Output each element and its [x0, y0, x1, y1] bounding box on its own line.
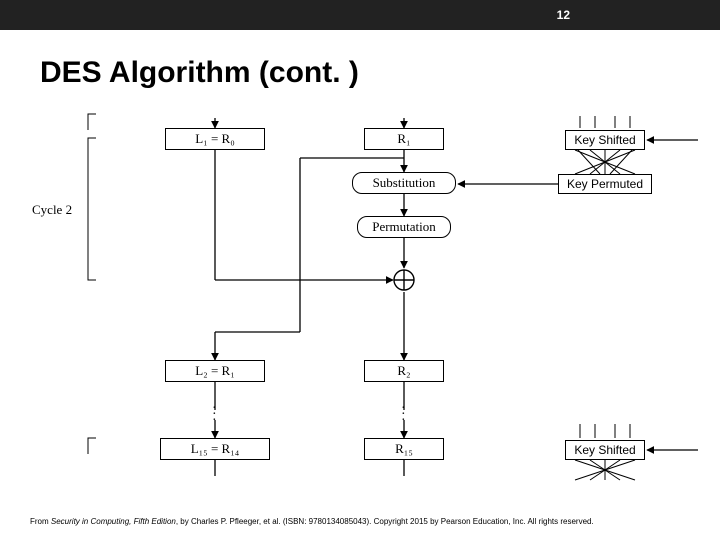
xor-icon — [393, 269, 415, 291]
footer-rest: , by Charles P. Pfleeger, et al. (ISBN: … — [176, 517, 594, 526]
box-l2: L₂ = R₁ — [165, 360, 265, 382]
footer-citation: From Security in Computing, Fifth Editio… — [30, 517, 690, 526]
vdots-left: ··· — [212, 406, 217, 424]
box-substitution: Substitution — [352, 172, 456, 194]
cycle-label: Cycle 2 — [32, 202, 72, 218]
box-r15: R₁₅ — [364, 438, 444, 460]
slide-title: DES Algorithm (cont. ) — [40, 56, 359, 90]
box-key-shifted-top: Key Shifted — [565, 130, 645, 150]
box-key-shifted-bottom: Key Shifted — [565, 440, 645, 460]
footer-book: Security in Computing, Fifth Edition — [51, 517, 176, 526]
page-number: 12 — [557, 8, 570, 22]
box-l15: L₁₅ = R₁₄ — [160, 438, 270, 460]
des-diagram: Cycle 2 L₁ = R₀ R₁ Substitution Permutat… — [0, 110, 720, 510]
box-r2: R₂ — [364, 360, 444, 382]
vdots-right: ··· — [401, 406, 406, 424]
box-key-permuted: Key Permuted — [558, 174, 652, 194]
box-r1: R₁ — [364, 128, 444, 150]
footer-prefix: From — [30, 517, 51, 526]
box-l1: L₁ = R₀ — [165, 128, 265, 150]
box-permutation: Permutation — [357, 216, 451, 238]
top-bar: 12 — [0, 0, 720, 30]
